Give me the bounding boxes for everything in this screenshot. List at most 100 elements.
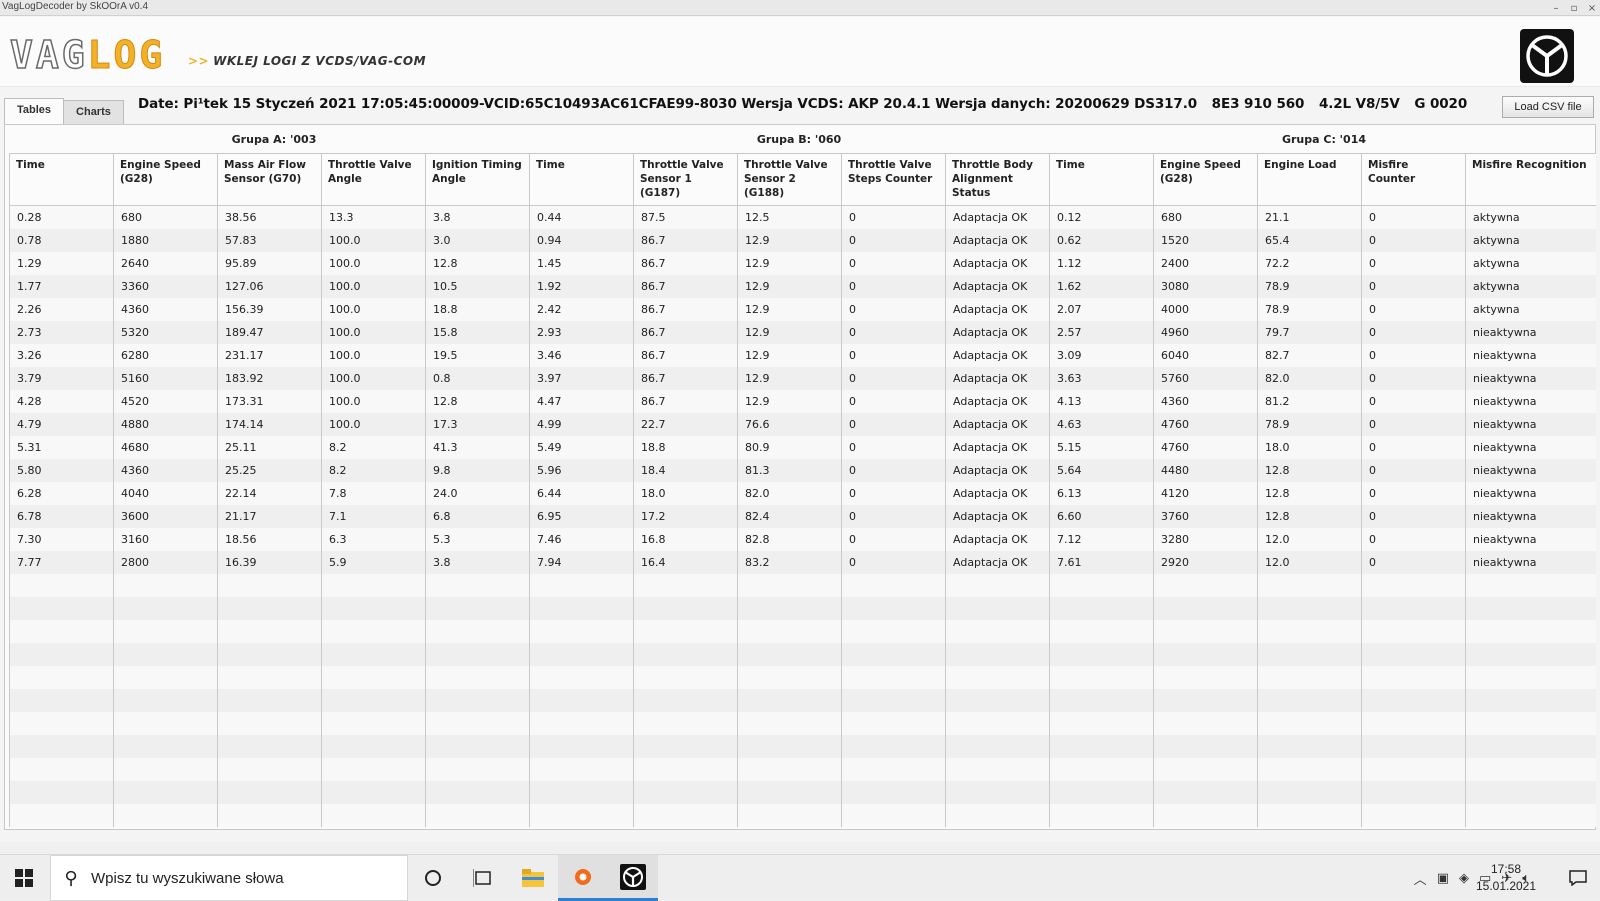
empty-cell [321, 734, 426, 758]
tab-charts[interactable]: Charts [63, 100, 124, 124]
empty-cell [425, 642, 530, 666]
table-cell: 3.09 [1049, 343, 1154, 367]
table-row[interactable]: 1.77 3360 127.06 100.0 10.5 1.92 86.7 12.9 0 Adap… [9, 274, 1596, 298]
table-row[interactable]: 3.26 6280 231.17 100.0 19.5 3.46 86.7 12.9 0 Adap… [9, 343, 1596, 367]
empty-cell [841, 596, 946, 620]
taskbar: ⚲ Wpisz tu wyszukiwane słowa ︿ ▣ ◈ ▭ ✈ 🔈… [0, 854, 1600, 901]
table-cell: 82.7 [1257, 343, 1362, 367]
empty-cell [113, 642, 218, 666]
file-explorer-icon[interactable] [508, 855, 558, 901]
table-row[interactable]: 1.29 2640 95.89 100.0 12.8 1.45 86.7 12.9 0 Adapt… [9, 251, 1596, 275]
column-header[interactable]: Engine Speed (G28) [1153, 153, 1258, 206]
empty-cell [1465, 734, 1596, 758]
table-cell: 87.5 [633, 205, 738, 229]
windows-start-icon[interactable] [0, 855, 48, 901]
empty-cell [1361, 780, 1466, 804]
column-header[interactable]: Misfire Counter [1361, 153, 1466, 206]
tab-tables[interactable]: Tables [4, 98, 65, 124]
log-date-info: Date: Pi¹tek 15 Styczeń 2021 17:05:45:00… [138, 96, 1198, 112]
minimize-button[interactable]: – [1550, 3, 1562, 14]
column-header[interactable]: Ignition Timing Angle [425, 153, 530, 206]
column-header[interactable]: Time [9, 153, 114, 206]
table-cell: 16.8 [633, 527, 738, 551]
origin-icon[interactable] [558, 855, 608, 901]
table-cell: 78.9 [1257, 412, 1362, 436]
table-cell: 174.14 [217, 412, 322, 436]
meet-now-icon[interactable]: ▣ [1437, 871, 1449, 886]
empty-cell [1361, 757, 1466, 781]
table-row[interactable]: 7.30 3160 18.56 6.3 5.3 7.46 16.8 82.8 0 Adaptacj… [9, 527, 1596, 551]
column-header[interactable]: Engine Speed (G28) [113, 153, 218, 206]
table-cell: 18.0 [633, 481, 738, 505]
table-cell: 3360 [113, 274, 218, 298]
table-row[interactable]: 5.80 4360 25.25 8.2 9.8 5.96 18.4 81.3 0 Adaptacj… [9, 458, 1596, 482]
table-cell: nieaktywna [1465, 366, 1596, 390]
table-row[interactable]: 4.28 4520 173.31 100.0 12.8 4.47 86.7 12.9 0 Adap… [9, 389, 1596, 413]
empty-cell [529, 573, 634, 597]
table-cell: aktywna [1465, 228, 1596, 252]
taskbar-clock[interactable]: 17:58 15.01.2021 [1462, 861, 1550, 895]
part-number: 8E3 910 560 [1211, 96, 1305, 112]
empty-cell [425, 573, 530, 597]
table-cell: Adaptacja OK [945, 481, 1050, 505]
column-header[interactable]: Engine Load [1257, 153, 1362, 206]
table-row[interactable]: 0.28 680 38.56 13.3 3.8 0.44 87.5 12.5 0 Adaptacj… [9, 205, 1596, 229]
table-cell: 0 [841, 412, 946, 436]
column-header[interactable]: Throttle Body Alignment Status [945, 153, 1050, 206]
load-csv-button[interactable]: Load CSV file [1502, 96, 1594, 118]
window-controls: – ▫ × [1550, 0, 1598, 16]
empty-cell [1465, 665, 1596, 689]
table-row[interactable]: 2.73 5320 189.47 100.0 15.8 2.93 86.7 12.9 0 Adap… [9, 320, 1596, 344]
table-cell: 8.2 [321, 458, 426, 482]
table-cell: 4.99 [529, 412, 634, 436]
column-header[interactable]: Throttle Valve Steps Counter [841, 153, 946, 206]
column-header[interactable]: Throttle Valve Angle [321, 153, 426, 206]
table-cell: 86.7 [633, 366, 738, 390]
empty-cell [737, 711, 842, 735]
table-cell: 3.8 [425, 205, 530, 229]
table-row[interactable]: 0.78 1880 57.83 100.0 3.0 0.94 86.7 12.9 0 Adapta… [9, 228, 1596, 252]
table-cell: 0 [841, 343, 946, 367]
column-header[interactable]: Throttle Valve Sensor 1 (G187) [633, 153, 738, 206]
maximize-button[interactable]: ▫ [1568, 3, 1580, 14]
chevron-up-icon[interactable]: ︿ [1414, 869, 1427, 888]
empty-cell [321, 688, 426, 712]
column-header[interactable]: Time [1049, 153, 1154, 206]
table-cell: 0 [841, 389, 946, 413]
taskbar-search-box[interactable]: ⚲ Wpisz tu wyszukiwane słowa [50, 855, 408, 901]
table-cell: 86.7 [633, 320, 738, 344]
notification-icon[interactable] [1556, 855, 1600, 901]
table-cell: Adaptacja OK [945, 389, 1050, 413]
task-view-icon[interactable] [458, 855, 508, 901]
table-cell: 25.25 [217, 458, 322, 482]
column-header[interactable]: Time [529, 153, 634, 206]
table-row[interactable]: 2.26 4360 156.39 100.0 18.8 2.42 86.7 12.9 0 Adap… [9, 297, 1596, 321]
empty-cell [1465, 688, 1596, 712]
vw-app-icon[interactable] [608, 855, 658, 901]
cortana-icon[interactable] [408, 855, 458, 901]
table-row[interactable]: 4.79 4880 174.14 100.0 17.3 4.99 22.7 76.6 0 Adap… [9, 412, 1596, 436]
empty-cell [1049, 642, 1154, 666]
table-cell: 100.0 [321, 412, 426, 436]
close-button[interactable]: × [1586, 3, 1598, 14]
column-header[interactable]: Mass Air Flow Sensor (G70) [217, 153, 322, 206]
group-b-label: Grupa B: '060 [756, 133, 842, 146]
table-cell: 0 [1361, 274, 1466, 298]
empty-cell [1361, 665, 1466, 689]
table-cell: 41.3 [425, 435, 530, 459]
empty-cell [737, 642, 842, 666]
empty-cell [633, 780, 738, 804]
table-row[interactable]: 6.78 3600 21.17 7.1 6.8 6.95 17.2 82.4 0 Adaptacj… [9, 504, 1596, 528]
table-row[interactable]: 6.28 4040 22.14 7.8 24.0 6.44 18.0 82.0 0 Adaptac… [9, 481, 1596, 505]
empty-cell [1049, 711, 1154, 735]
table-cell: 0 [1361, 481, 1466, 505]
table-row[interactable]: 3.79 5160 183.92 100.0 0.8 3.97 86.7 12.9 0 Adapt… [9, 366, 1596, 390]
table-row[interactable]: 7.77 2800 16.39 5.9 3.8 7.94 16.4 83.2 0 Adaptacj… [9, 550, 1596, 574]
empty-cell [737, 734, 842, 758]
column-header[interactable]: Throttle Valve Sensor 2 (G188) [737, 153, 842, 206]
table-cell: 4.79 [9, 412, 114, 436]
column-header[interactable]: Misfire Recognition [1465, 153, 1596, 206]
empty-cell [113, 757, 218, 781]
table-row[interactable]: 5.31 4680 25.11 8.2 41.3 5.49 18.8 80.9 0 Adaptac… [9, 435, 1596, 459]
table-cell: 12.0 [1257, 527, 1362, 551]
